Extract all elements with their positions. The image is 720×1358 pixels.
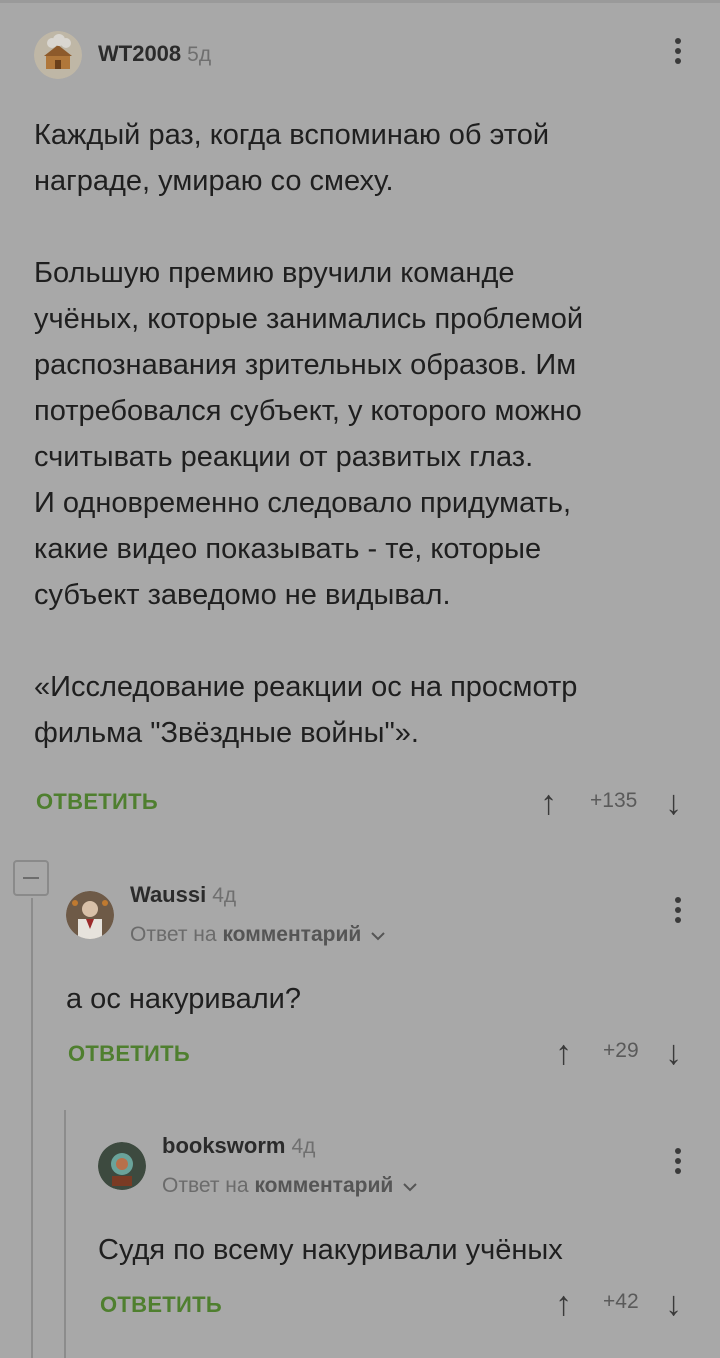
vote-score: +135 <box>590 789 638 812</box>
text-line: а ос накуривали? <box>66 983 301 1015</box>
text-line: Каждый раз, когда вспоминаю об этой <box>34 119 550 151</box>
text-line: считывать реакции от развитых глаз. <box>34 441 534 473</box>
avatar[interactable] <box>66 891 114 939</box>
kebab-menu-icon[interactable] <box>673 1148 683 1180</box>
username[interactable]: Waussi 4д <box>130 882 236 908</box>
avatar[interactable] <box>34 31 82 79</box>
kebab-menu-icon[interactable] <box>673 897 683 929</box>
comment-body: Каждый раз, когда вспоминаю об этой нагр… <box>34 112 694 756</box>
arrow-up-icon[interactable]: ↑ <box>540 783 557 823</box>
reply-button[interactable]: ОТВЕТИТЬ <box>68 1041 190 1067</box>
text-line: субъект заведомо не видывал. <box>34 579 451 611</box>
top-divider <box>0 0 720 3</box>
kebab-menu-icon[interactable] <box>673 38 683 70</box>
vote-controls: ↑ +42 ↓ <box>555 1284 690 1324</box>
text-line: награде, умираю со смеху. <box>34 165 394 197</box>
avatar[interactable] <box>98 1142 146 1190</box>
collapse-thread-icon[interactable] <box>13 860 49 896</box>
text-line: фильма "Звёздные войны"». <box>34 717 419 749</box>
text-line: Большую премию вручили команде <box>34 257 515 289</box>
comment-body: Судя по всему накуривали учёных <box>98 1227 698 1273</box>
arrow-up-icon[interactable]: ↑ <box>555 1284 572 1324</box>
vote-controls: ↑ +29 ↓ <box>555 1033 690 1073</box>
thread-line <box>64 1110 66 1358</box>
arrow-up-icon[interactable]: ↑ <box>555 1033 572 1073</box>
username[interactable]: WT2008 5д <box>98 41 211 67</box>
text-line: Судя по всему накуривали учёных <box>98 1234 563 1266</box>
thread-line <box>31 898 33 1358</box>
timestamp: 4д <box>291 1135 316 1158</box>
text-line: распознавания зрительных образов. Им <box>34 349 577 381</box>
reply-to-link[interactable]: Ответ на комментарий <box>130 923 385 947</box>
timestamp: 5д <box>187 43 212 66</box>
arrow-down-icon[interactable]: ↓ <box>665 1033 682 1073</box>
timestamp: 4д <box>212 884 237 907</box>
text-line: «Исследование реакции ос на просмотр <box>34 671 578 703</box>
text-line: И одновременно следовало придумать, <box>34 487 572 519</box>
arrow-down-icon[interactable]: ↓ <box>665 1284 682 1324</box>
username[interactable]: booksworm 4д <box>162 1133 315 1159</box>
text-line: какие видео показывать - те, которые <box>34 533 542 565</box>
chevron-down-icon <box>403 1174 417 1198</box>
vote-score: +29 <box>603 1039 639 1062</box>
vote-score: +42 <box>603 1290 639 1313</box>
comment-body: а ос накуривали? <box>66 976 686 1022</box>
text-line: учёных, которые занимались проблемой <box>34 303 584 335</box>
reply-button[interactable]: ОТВЕТИТЬ <box>100 1292 222 1318</box>
reply-button[interactable]: ОТВЕТИТЬ <box>36 789 158 815</box>
vote-controls: ↑ +135 ↓ <box>540 783 690 823</box>
text-line: потребовался субъект, у которого можно <box>34 395 582 427</box>
chevron-down-icon <box>371 923 385 947</box>
reply-to-link[interactable]: Ответ на комментарий <box>162 1174 417 1198</box>
arrow-down-icon[interactable]: ↓ <box>665 783 682 823</box>
